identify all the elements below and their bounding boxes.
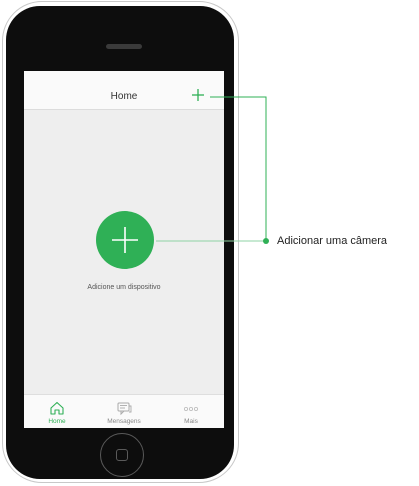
callout-dot xyxy=(263,238,269,244)
callout-label: Adicionar uma câmera xyxy=(277,235,388,247)
callout-line-top xyxy=(210,96,267,241)
